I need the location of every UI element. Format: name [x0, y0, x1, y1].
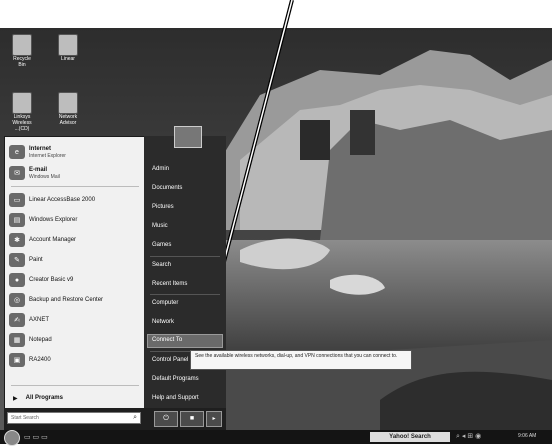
menu-network[interactable]: Network [152, 319, 174, 325]
menu-games[interactable]: Games [152, 242, 171, 248]
power-options-arrow[interactable]: ▸ [206, 411, 222, 427]
divider [11, 186, 139, 187]
start-search-input[interactable]: Start Search ⌕ [7, 412, 141, 424]
gear-icon: ✱ [9, 233, 25, 247]
recent-windows-explorer[interactable]: ▤ Windows Explorer [9, 211, 77, 229]
desktop: Recycle Bin Linear Linksys Wireless ...(… [0, 0, 552, 446]
menu-default-programs[interactable]: Default Programs [152, 376, 199, 382]
paint-icon: ✎ [9, 253, 25, 267]
menu-music[interactable]: Music [152, 223, 168, 229]
folder-icon [58, 34, 78, 56]
globe-icon: e [9, 145, 25, 159]
recent-notepad[interactable]: ▦ Notepad [9, 331, 52, 349]
pinned-email[interactable]: ✉ E-mail Windows Mail [9, 164, 60, 182]
recent-paint[interactable]: ✎ Paint [9, 251, 43, 269]
menu-computer[interactable]: Computer [152, 300, 178, 306]
mail-icon: ✉ [9, 166, 25, 180]
search-icon: ⌕ [133, 414, 137, 421]
start-menu-programs-pane: e Internet Internet Explorer ✉ E-mail Wi… [4, 136, 145, 410]
recent-account-manager[interactable]: ✱ Account Manager [9, 231, 76, 249]
globe-icon: ● [9, 273, 25, 287]
start-menu-bottom-bar: Start Search ⌕ ⏻ ■ ▸ [4, 408, 226, 430]
backup-icon: ◎ [9, 293, 25, 307]
notepad-icon: ▦ [9, 333, 25, 347]
power-button[interactable]: ⏻ [154, 411, 178, 427]
arrow-right-icon: ▶ [13, 395, 18, 402]
folder-icon: ▤ [9, 213, 25, 227]
start-menu: e Internet Internet Explorer ✉ E-mail Wi… [4, 126, 226, 430]
taskbar: ▭ ▭ ▭ Yahoo! Search ⌕ ◂ ⊞ ◉ 9:06 AM [0, 430, 552, 446]
menu-admin[interactable]: Admin [152, 166, 169, 172]
clock[interactable]: 9:06 AM [518, 433, 536, 439]
keyboard-icon: ▭ [9, 193, 25, 207]
computer-icon: ▣ [9, 353, 25, 367]
recent-ra2400[interactable]: ▣ RA2400 [9, 351, 51, 369]
yahoo-search-box[interactable]: Yahoo! Search [370, 432, 450, 442]
desktop-icon-network-advisor[interactable]: Network Advisor [56, 92, 80, 126]
pinned-internet[interactable]: e Internet Internet Explorer [9, 143, 66, 161]
menu-help-support[interactable]: Help and Support [152, 395, 199, 401]
trash-icon [12, 34, 32, 56]
tray-icons[interactable]: ⌕ ◂ ⊞ ◉ [456, 432, 481, 441]
menu-connect-to[interactable]: Connect To [152, 337, 182, 343]
pencil-icon: ✍ [9, 313, 25, 327]
menu-control-panel[interactable]: Control Panel [152, 357, 188, 363]
menu-documents[interactable]: Documents [152, 185, 182, 191]
menu-search[interactable]: Search [152, 262, 171, 268]
divider [150, 256, 220, 257]
menu-recent-items[interactable]: Recent Items [152, 281, 187, 287]
wireless-icon [12, 92, 32, 114]
divider [150, 294, 220, 295]
desktop-icon-linksys[interactable]: Linksys Wireless ...(CD) [10, 92, 34, 132]
lock-button[interactable]: ■ [180, 411, 204, 427]
desktop-icon-linear[interactable]: Linear [56, 34, 80, 62]
recent-creator-basic[interactable]: ● Creator Basic v9 [9, 271, 73, 289]
recent-linear-accessbase[interactable]: ▭ Linear AccessBase 2000 [9, 191, 95, 209]
quick-launch-icons[interactable]: ▭ ▭ ▭ [24, 433, 48, 441]
menu-pictures[interactable]: Pictures [152, 204, 174, 210]
recent-backup-restore[interactable]: ◎ Backup and Restore Center [9, 291, 103, 309]
recycle-bin-icon[interactable]: Recycle Bin [10, 34, 34, 68]
user-picture [174, 126, 202, 148]
all-programs-button[interactable]: ▶ All Programs [13, 389, 63, 407]
document-icon [58, 92, 78, 114]
recent-axnet[interactable]: ✍ AXNET [9, 311, 49, 329]
divider [11, 385, 139, 386]
connect-to-tooltip: See the available wireless networks, dia… [190, 350, 412, 370]
